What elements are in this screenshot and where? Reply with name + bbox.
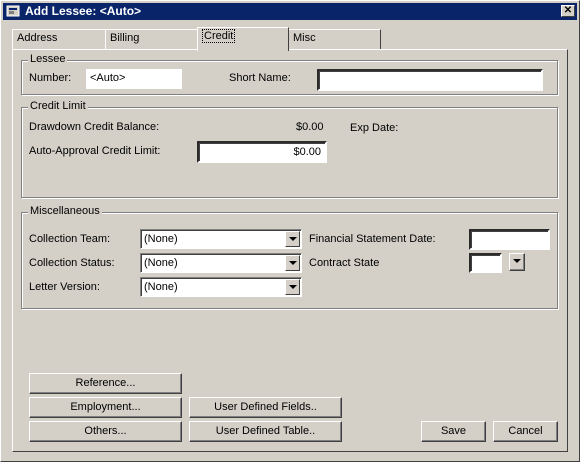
group-title: Credit Limit [28, 100, 88, 112]
group-title: Lessee [28, 53, 68, 65]
auto-approval-credit-limit-label: Auto-Approval Credit Limit: [29, 145, 161, 157]
add-lessee-window: Add Lessee: <Auto> ✕ Address Billing Cre… [0, 0, 580, 462]
combo-value: (None) [144, 281, 178, 293]
close-icon[interactable]: ✕ [561, 5, 575, 17]
title-bar[interactable]: Add Lessee: <Auto> ✕ [3, 3, 577, 20]
button-label: Save [440, 425, 467, 437]
credit-tab-panel: Lessee Number: <Auto> Short Name: Credit… [12, 49, 568, 452]
cancel-button[interactable]: Cancel [493, 421, 558, 442]
exp-date-label: Exp Date: [350, 122, 399, 134]
number-label: Number: [29, 72, 72, 84]
chevron-down-icon [289, 285, 297, 289]
collection-team-label: Collection Team: [29, 233, 111, 245]
chevron-down-icon [513, 259, 521, 263]
user-defined-fields-button[interactable]: User Defined Fields.. [189, 397, 342, 418]
financial-statement-date-label: Financial Statement Date: [309, 233, 436, 245]
tab-credit[interactable]: Credit [197, 27, 289, 51]
user-defined-table-button[interactable]: User Defined Table.. [189, 421, 342, 442]
drawdown-credit-balance-label: Drawdown Credit Balance: [29, 121, 160, 133]
combo-value: (None) [144, 233, 178, 245]
button-label: Cancel [508, 425, 543, 437]
dropdown-button[interactable] [285, 231, 300, 247]
dropdown-button[interactable] [285, 279, 300, 295]
tab-label: Address [17, 32, 58, 44]
tab-billing[interactable]: Billing [105, 29, 198, 49]
tab-label: Credit [202, 29, 236, 43]
financial-statement-date-field[interactable] [469, 229, 550, 250]
collection-status-select[interactable]: (None) [140, 253, 302, 273]
tab-label: Billing [110, 32, 140, 44]
dropdown-button[interactable] [285, 255, 300, 271]
letter-version-select[interactable]: (None) [140, 277, 302, 297]
tab-address[interactable]: Address [12, 29, 106, 49]
chevron-down-icon [289, 261, 297, 265]
button-label: User Defined Table.. [215, 425, 316, 437]
window-title: Add Lessee: <Auto> [25, 4, 142, 18]
drawdown-credit-balance-value: $0.00 [296, 121, 324, 133]
group-title: Miscellaneous [28, 205, 102, 217]
button-label: User Defined Fields.. [214, 401, 317, 413]
reference-button[interactable]: Reference... [29, 373, 182, 394]
button-label: Reference... [75, 377, 136, 389]
tab-label: Misc [293, 32, 316, 44]
employment-button[interactable]: Employment... [29, 397, 182, 418]
combo-value: (None) [144, 257, 178, 269]
others-button[interactable]: Others... [29, 421, 182, 442]
auto-approval-credit-limit-field[interactable]: $0.00 [197, 141, 327, 163]
short-name-field[interactable] [317, 69, 543, 91]
chevron-down-icon [289, 237, 297, 241]
save-button[interactable]: Save [421, 421, 486, 442]
contract-state-dropdown-button[interactable] [509, 253, 525, 271]
contract-state-field[interactable] [469, 253, 502, 273]
tab-misc[interactable]: Misc [288, 29, 381, 49]
button-label: Others... [84, 425, 127, 437]
collection-status-label: Collection Status: [29, 257, 115, 269]
collection-team-select[interactable]: (None) [140, 229, 302, 249]
letter-version-label: Letter Version: [29, 281, 100, 293]
app-icon [6, 5, 20, 17]
contract-state-label: Contract State [309, 257, 380, 269]
number-field[interactable]: <Auto> [86, 69, 182, 89]
short-name-label: Short Name: [229, 72, 291, 84]
button-label: Employment... [70, 401, 141, 413]
